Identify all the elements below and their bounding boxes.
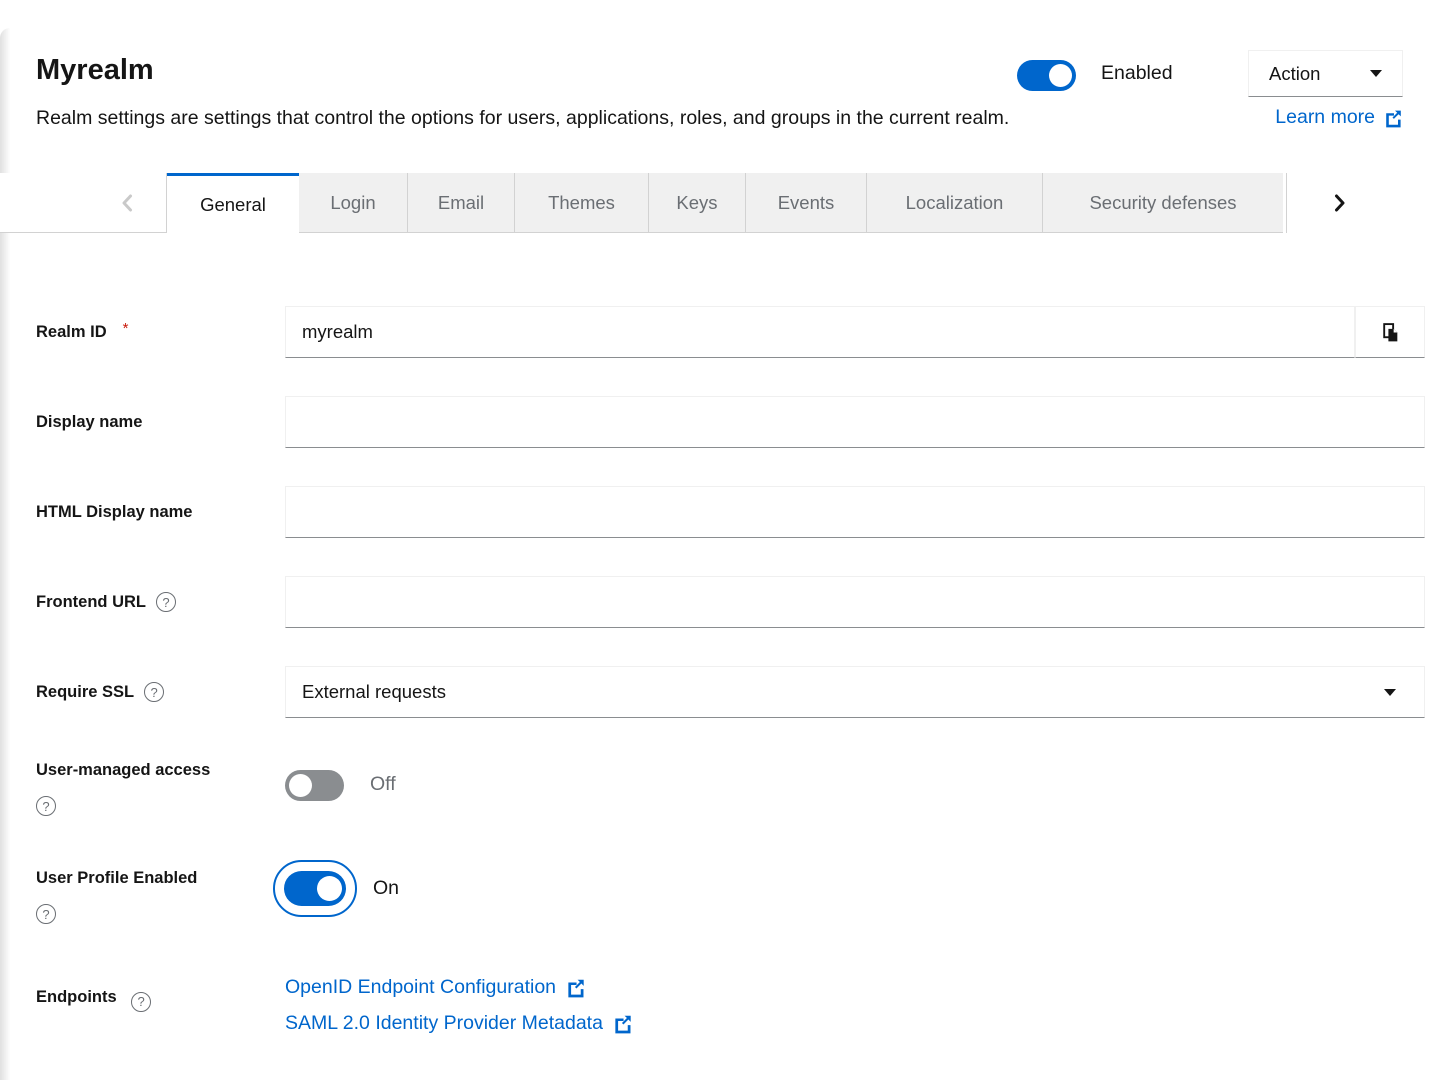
realm-enabled-toggle[interactable] [1017,60,1076,91]
saml-identity-provider-metadata-link[interactable]: SAML 2.0 Identity Provider Metadata [285,1010,633,1036]
toggle-knob [317,876,342,901]
field-label: Require SSL ? [36,666,285,718]
field-label: Frontend URL ? [36,576,285,628]
tabs-scroll-left-button[interactable] [0,173,167,233]
toggle-knob [289,774,312,797]
tab-list: Login Email Themes Keys Events Localizat… [299,173,1283,233]
caret-down-icon [1370,70,1382,77]
tab-email[interactable]: Email [407,173,514,233]
endpoints-label: Endpoints [36,988,117,1006]
help-icon[interactable]: ? [144,682,164,702]
realm-settings-page: Myrealm Realm settings are settings that… [0,0,1456,1080]
tabs-scroll-right-button[interactable] [1287,173,1456,233]
page-title: Myrealm [36,54,154,87]
openid-endpoint-configuration-link[interactable]: OpenID Endpoint Configuration [285,974,586,1000]
link-label: OpenID Endpoint Configuration [285,974,556,1000]
html-display-name-input[interactable] [285,486,1425,538]
copy-icon [1381,322,1400,343]
tab-label: Security defenses [1089,192,1236,214]
frontend-url-label: Frontend URL [36,590,146,614]
form-row-frontend-url: Frontend URL ? [36,576,1425,628]
html-display-name-label: HTML Display name [36,500,192,524]
tab-label: General [200,194,266,216]
form-row-endpoints: Endpoints ? OpenID Endpoint Configuratio… [36,974,1425,1036]
chevron-left-icon [120,194,134,212]
tab-keys[interactable]: Keys [648,173,745,233]
help-icon[interactable]: ? [36,796,56,816]
field-label: Realm ID * [36,306,285,358]
toggle-focus-ring [273,860,357,917]
require-ssl-selected-value: External requests [302,681,446,703]
field-label: User Profile Enabled ? [36,852,285,924]
tab-label: Email [438,192,484,214]
user-profile-enabled-toggle[interactable] [284,871,346,906]
field-label: User-managed access ? [36,752,285,816]
form-row-html-display-name: HTML Display name [36,486,1425,538]
field-label: Display name [36,396,285,448]
tab-events[interactable]: Events [745,173,866,233]
tab-label: Login [330,192,375,214]
tab-label: Themes [548,192,615,214]
learn-more-link[interactable]: Learn more [1275,106,1403,129]
help-icon[interactable]: ? [36,904,56,924]
external-link-icon [612,1013,633,1034]
link-label: SAML 2.0 Identity Provider Metadata [285,1010,603,1036]
tab-label: Events [778,192,835,214]
external-link-icon [565,977,586,998]
form-row-user-managed-access: User-managed access ? Off [36,752,1425,816]
toggle-state-label: Off [370,773,396,796]
tab-bar: General Login Email Themes Keys Events L… [0,173,1456,233]
action-dropdown-label: Action [1269,63,1320,85]
tab-label: Keys [676,192,717,214]
form-row-user-profile-enabled: User Profile Enabled ? On [36,852,1425,924]
toggle-state-label: On [373,877,399,900]
realm-id-input[interactable] [285,306,1355,358]
help-icon[interactable]: ? [156,592,176,612]
require-ssl-label: Require SSL [36,680,134,704]
frontend-url-input[interactable] [285,576,1425,628]
action-dropdown-button[interactable]: Action [1248,50,1403,97]
field-label: Endpoints ? [36,974,285,1036]
display-name-input[interactable] [285,396,1425,448]
tab-login[interactable]: Login [299,173,407,233]
tab-general[interactable]: General [167,173,299,233]
tab-label: Localization [906,192,1004,214]
chevron-right-icon [1333,194,1347,212]
tab-localization[interactable]: Localization [866,173,1042,233]
display-name-label: Display name [36,410,142,434]
external-link-icon [1383,108,1403,128]
user-managed-access-label: User-managed access [36,758,285,782]
help-icon[interactable]: ? [131,992,151,1012]
user-profile-enabled-label: User Profile Enabled [36,866,285,890]
require-ssl-select[interactable]: External requests [285,666,1425,718]
tab-themes[interactable]: Themes [514,173,648,233]
learn-more-label: Learn more [1275,106,1375,129]
page-subtitle: Realm settings are settings that control… [36,107,1009,130]
form-row-require-ssl: Require SSL ? External requests [36,666,1425,718]
tab-security-defenses[interactable]: Security defenses [1042,173,1283,233]
form-row-display-name: Display name [36,396,1425,448]
toggle-knob [1049,64,1072,87]
caret-down-icon [1384,689,1396,696]
form-row-realm-id: Realm ID * [36,306,1425,358]
copy-button[interactable] [1355,306,1425,358]
realm-id-label: Realm ID [36,320,107,344]
enabled-label: Enabled [1101,62,1173,85]
user-managed-access-toggle[interactable] [285,770,344,801]
required-asterisk: * [123,320,129,337]
field-label: HTML Display name [36,486,285,538]
